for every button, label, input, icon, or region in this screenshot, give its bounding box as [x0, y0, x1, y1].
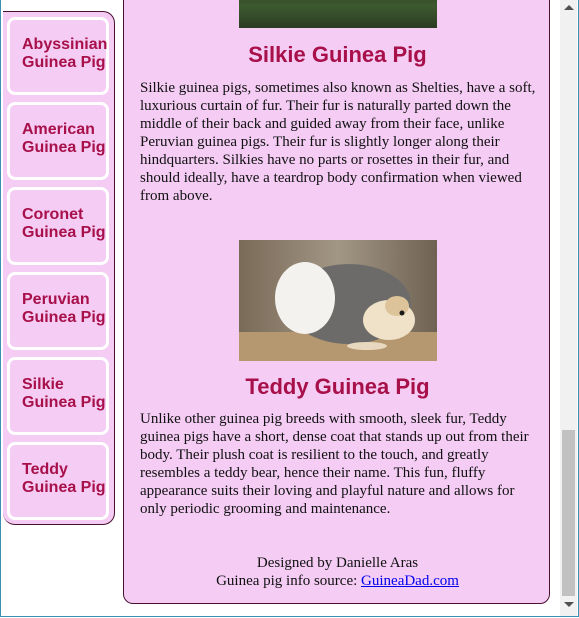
source-credit: Guinea pig info source: GuineaDad.com	[124, 572, 551, 590]
breed-title-silkie: Silkie Guinea Pig	[248, 42, 427, 67]
sidebar-item-label: Coronet Guinea Pig	[22, 206, 106, 241]
sidebar-item-peruvian[interactable]: Peruvian Guinea Pig	[7, 272, 109, 350]
scrollbar-thumb[interactable]	[562, 430, 575, 596]
vertical-scrollbar[interactable]	[560, 0, 577, 616]
source-prefix: Guinea pig info source:	[216, 573, 362, 589]
sidebar-item-abyssinian[interactable]: Abyssinian Guinea Pig	[7, 17, 109, 95]
sidebar-item-label: Abyssinian Guinea Pig	[22, 36, 108, 71]
sidebar-nav: Abyssinian Guinea Pig American Guinea Pi…	[3, 11, 115, 525]
breed-description-teddy: Unlike other guinea pig breeds with smoo…	[140, 411, 529, 517]
scroll-down-arrow-icon[interactable]	[564, 602, 574, 607]
breed-description-silkie: Silkie guinea pigs, sometimes also known…	[140, 80, 536, 204]
breed-title-teddy: Teddy Guinea Pig	[245, 374, 430, 399]
sidebar-item-american[interactable]: American Guinea Pig	[7, 102, 109, 180]
source-link[interactable]: GuineaDad.com	[361, 573, 459, 589]
sidebar-item-coronet[interactable]: Coronet Guinea Pig	[7, 187, 109, 265]
main-content: Silkie Guinea Pig Silkie guinea pigs, so…	[123, 0, 550, 604]
sidebar-item-label: American Guinea Pig	[22, 121, 106, 156]
sidebar-item-label: Teddy Guinea Pig	[22, 461, 106, 496]
sidebar-item-teddy[interactable]: Teddy Guinea Pig	[7, 442, 109, 520]
sidebar-item-label: Peruvian Guinea Pig	[22, 291, 106, 326]
scroll-up-arrow-icon[interactable]	[564, 5, 574, 10]
silkie-guinea-pig-image	[239, 0, 437, 28]
sidebar-item-label: Silkie Guinea Pig	[22, 376, 106, 411]
page-footer: Designed by Danielle Aras Guinea pig inf…	[124, 554, 551, 590]
designer-credit: Designed by Danielle Aras	[256, 555, 419, 571]
teddy-guinea-pig-image	[239, 240, 437, 361]
sidebar-item-silkie[interactable]: Silkie Guinea Pig	[7, 357, 109, 435]
